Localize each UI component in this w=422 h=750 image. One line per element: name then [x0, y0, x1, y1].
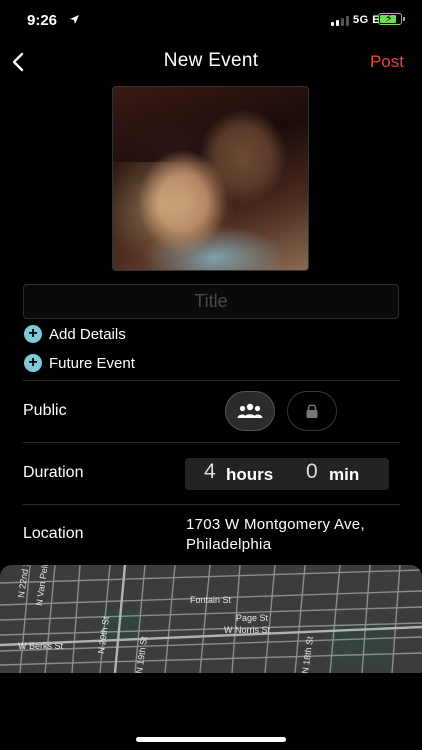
privacy-label: Public [23, 402, 67, 419]
add-details-button[interactable]: + Add Details [24, 325, 126, 343]
lock-icon [306, 404, 318, 418]
group-icon [237, 403, 263, 418]
divider [23, 504, 400, 505]
private-toggle-button[interactable] [287, 391, 337, 431]
location-map[interactable]: N 22nd St N Van Pelt Fontain St Page St … [0, 565, 422, 673]
location-arrow-icon [70, 15, 79, 24]
duration-label: Duration [23, 464, 84, 481]
page-title: New Event [163, 50, 259, 71]
plus-icon: + [24, 354, 42, 372]
map-street-label: W Berks St [18, 641, 64, 651]
map-street-label: Fontain St [190, 595, 232, 605]
network-type: 5G E [353, 14, 381, 26]
duration-minutes-value[interactable]: 0 [306, 460, 318, 484]
map-street-label: W Norris St [224, 625, 270, 635]
nav-bar: New Event Post [0, 44, 422, 80]
divider [23, 380, 400, 381]
location-line-1: 1703 W Montgomery Ave, [186, 516, 365, 533]
status-bar: 9:26 5G E ⚡ [0, 0, 422, 44]
status-time: 9:26 [27, 12, 58, 29]
duration-hours-unit: hours [226, 465, 274, 484]
duration-minutes-unit: min [329, 465, 360, 484]
map-street-label: Page St [236, 613, 269, 623]
future-event-button[interactable]: + Future Event [24, 354, 135, 372]
future-event-label: Future Event [49, 354, 135, 372]
plus-icon: + [24, 325, 42, 343]
add-details-label: Add Details [49, 325, 126, 343]
duration-hours-value[interactable]: 4 [204, 460, 216, 484]
post-button[interactable]: Post [370, 52, 404, 72]
location-label: Location [23, 525, 84, 542]
home-indicator[interactable] [136, 737, 286, 742]
public-toggle-button[interactable] [225, 391, 275, 431]
duration-picker[interactable]: 4 hours 0 min [185, 458, 389, 490]
battery-icon: ⚡ [378, 13, 405, 25]
divider [23, 442, 400, 443]
title-input[interactable] [23, 284, 399, 319]
photo-detail [113, 162, 233, 270]
event-photo[interactable] [112, 86, 309, 271]
location-line-2: Philadelphia [186, 536, 272, 553]
map-streets [0, 565, 422, 673]
location-value[interactable]: 1703 W Montgomery Ave, Philadelphia [186, 515, 406, 555]
signal-icon [331, 15, 349, 26]
